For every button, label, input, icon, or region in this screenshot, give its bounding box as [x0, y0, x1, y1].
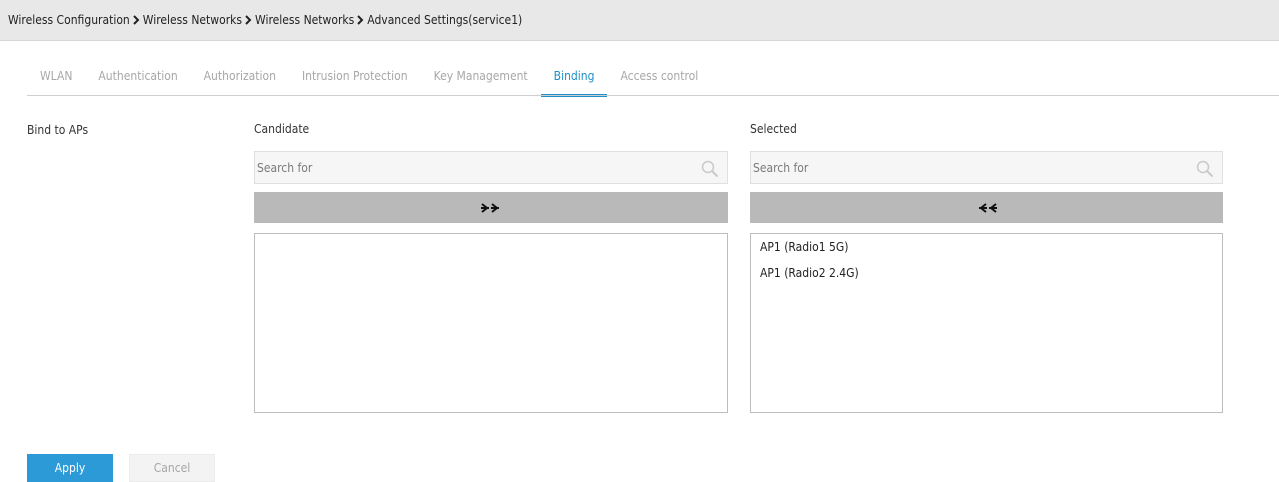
cancel-button[interactable]: Cancel [129, 454, 215, 482]
breadcrumb: Wireless Configuration Wireless Networks… [0, 0, 1279, 41]
tab-bar: WLAN Authentication Authorization Intrus… [27, 56, 711, 97]
breadcrumb-item[interactable]: Wireless Networks [143, 13, 242, 27]
candidate-list[interactable] [254, 233, 728, 413]
selected-search-input[interactable] [753, 152, 1183, 183]
double-arrow-right-icon [481, 202, 499, 213]
selected-list[interactable]: AP1 (Radio1 5G) AP1 (Radio2 2.4G) [750, 233, 1223, 413]
double-arrow-left-icon [978, 202, 997, 213]
tab-intrusion-protection[interactable]: Intrusion Protection [289, 56, 421, 96]
bind-to-aps-label: Bind to APs [27, 123, 89, 137]
candidate-title: Candidate [254, 122, 310, 136]
chevron-right-icon [133, 15, 140, 25]
tab-access-control[interactable]: Access control [607, 56, 711, 96]
tab-key-management[interactable]: Key Management [421, 56, 541, 96]
chevron-right-icon [245, 15, 252, 25]
tab-divider [27, 95, 1279, 96]
candidate-search-input[interactable] [257, 152, 687, 183]
selected-search [750, 151, 1223, 184]
tab-binding[interactable]: Binding [540, 56, 608, 97]
selected-panel: Selected AP1 (Radio1 5G) AP1 (Radio2 2.4… [750, 120, 1223, 413]
list-item[interactable]: AP1 (Radio2 2.4G) [751, 264, 1222, 290]
candidate-panel: Candidate [254, 120, 728, 413]
add-to-selected-button[interactable] [254, 192, 728, 223]
apply-button[interactable]: Apply [27, 454, 113, 482]
tab-wlan[interactable]: WLAN [27, 56, 85, 96]
chevron-right-icon [357, 15, 364, 25]
breadcrumb-current: Advanced Settings(service1) [367, 13, 523, 27]
candidate-search [254, 151, 728, 184]
list-item[interactable]: AP1 (Radio1 5G) [751, 238, 1222, 264]
remove-from-selected-button[interactable] [750, 192, 1223, 223]
breadcrumb-item[interactable]: Wireless Configuration [8, 13, 130, 27]
selected-title: Selected [750, 122, 797, 136]
tab-authorization[interactable]: Authorization [191, 56, 289, 96]
tab-authentication[interactable]: Authentication [85, 56, 190, 96]
breadcrumb-item[interactable]: Wireless Networks [255, 13, 354, 27]
search-icon[interactable] [1196, 160, 1214, 178]
search-icon[interactable] [701, 160, 719, 178]
